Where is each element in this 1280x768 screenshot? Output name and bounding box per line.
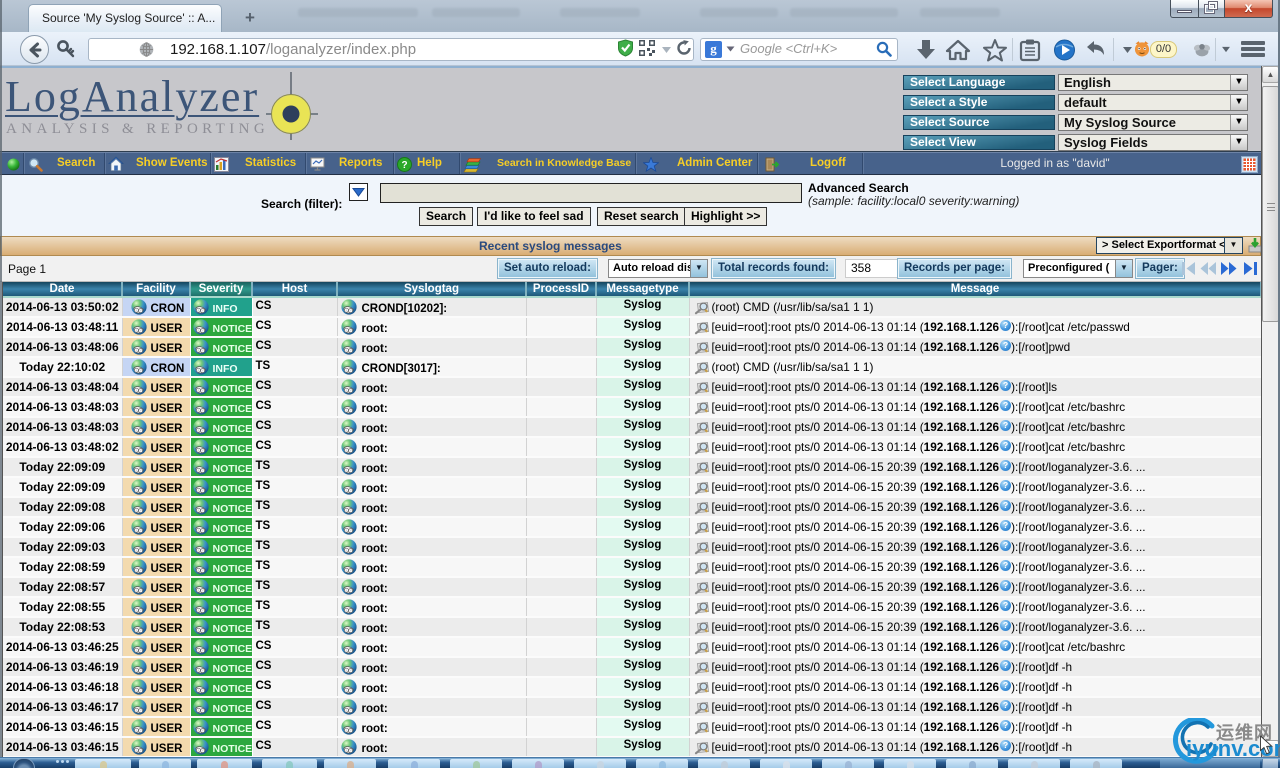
- svg-text:?: ?: [401, 160, 407, 171]
